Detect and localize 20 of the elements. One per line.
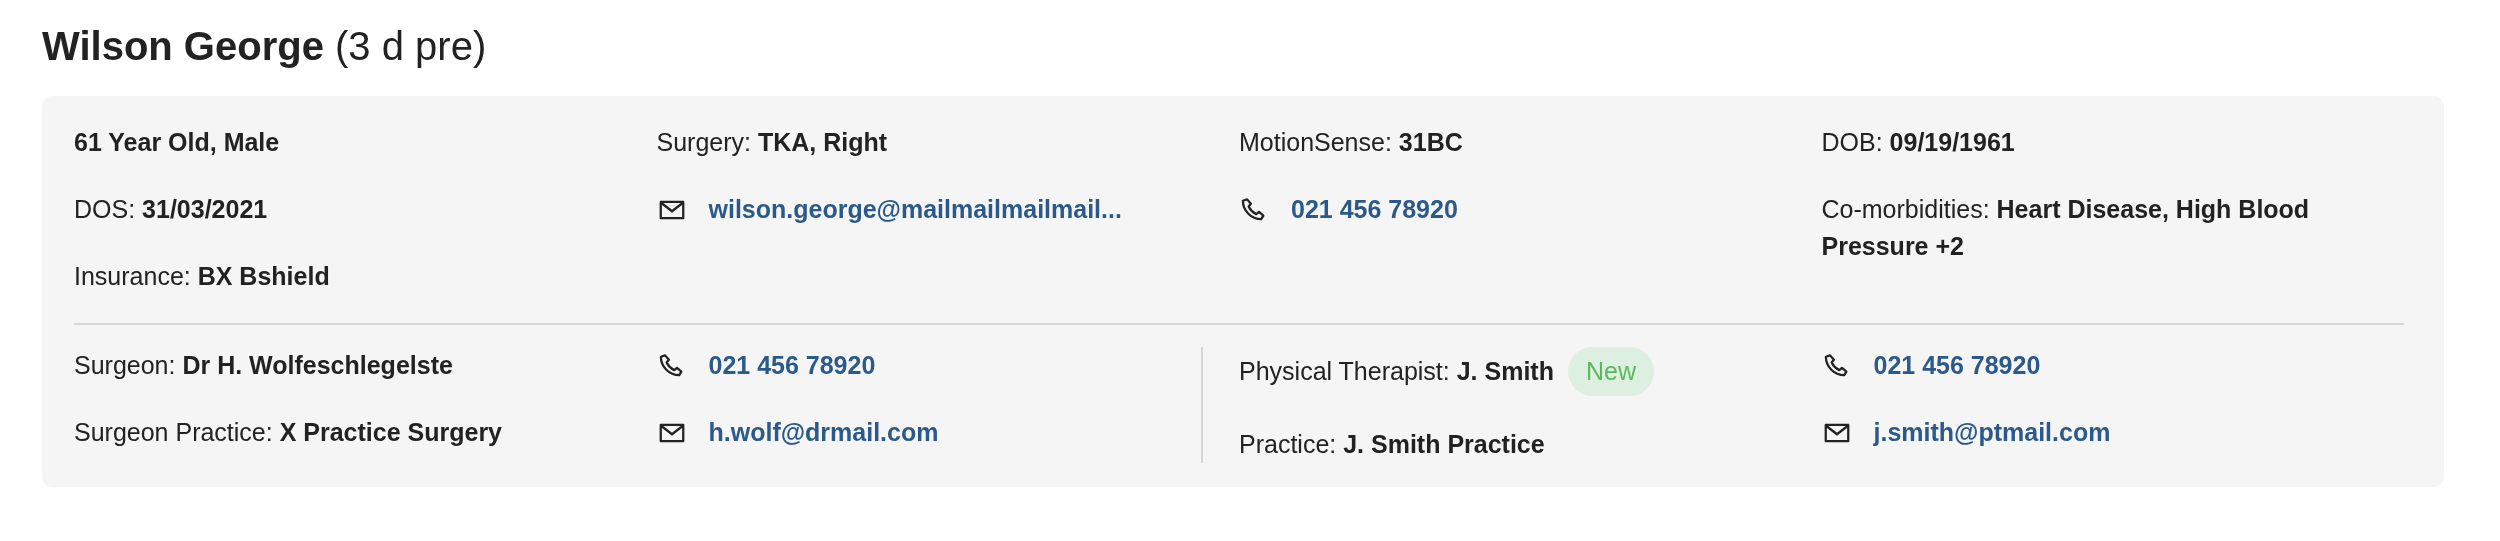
- phone-link[interactable]: 021 456 78920: [1291, 191, 1458, 228]
- new-tag: New: [1567, 347, 1654, 396]
- stay-status: (3 d pre): [335, 24, 487, 68]
- detail-text: Surgeon: Dr H. Wolfeschlegelste: [74, 350, 453, 381]
- detail-text: Surgeon Practice: X Practice Surgery: [74, 417, 502, 448]
- detail-text: Insurance: BX Bshield: [74, 261, 330, 292]
- detail-text: 61 Year Old, Male: [74, 127, 280, 158]
- detail-text: Co-morbidities: Heart Disease, High Blood Pressure +2: [1821, 194, 2311, 262]
- patient-name: Wilson George: [42, 24, 324, 68]
- detail-text: DOB: 09/19/1961: [1821, 127, 2015, 158]
- detail-text: Physical Therapist: J. Smith: [1239, 356, 1554, 387]
- email-link[interactable]: j.smith@ptmail.com: [1873, 414, 2111, 451]
- email-link[interactable]: h.wolf@drmail.com: [708, 414, 939, 451]
- phone-link[interactable]: 021 456 78920: [1873, 347, 2041, 384]
- detail-text: Surgery: TKA, Right: [656, 127, 888, 158]
- detail-text: DOS: 31/03/2021: [74, 194, 268, 225]
- detail-text: MotionSense: 31BC: [1239, 127, 1463, 158]
- email-link[interactable]: wilson.george@mailmailmailmail...: [708, 191, 1122, 228]
- phone-link[interactable]: 021 456 78920: [708, 347, 876, 384]
- detail-text: Practice: J. Smith Practice: [1239, 429, 1545, 460]
